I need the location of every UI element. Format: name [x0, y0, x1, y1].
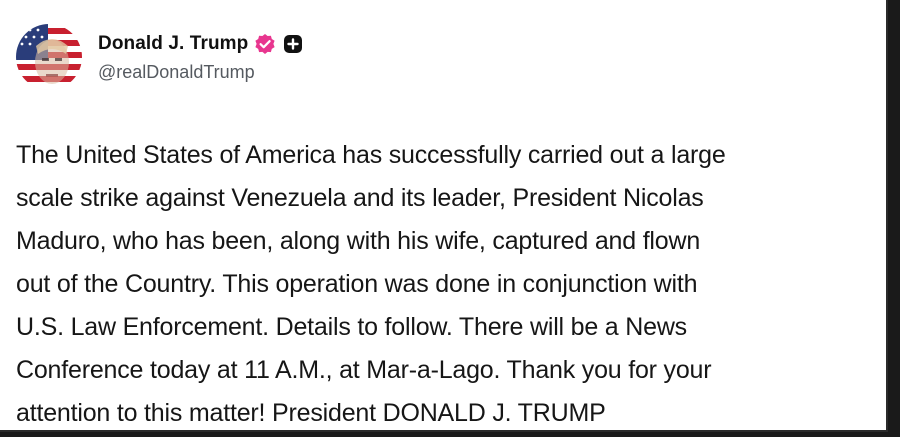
post-header: Donald J. Trump @realDonaldTrump: [16, 24, 303, 90]
author-avatar[interactable]: [16, 24, 82, 90]
author-handle[interactable]: @realDonaldTrump: [98, 62, 303, 83]
author-identity: Donald J. Trump @realDonaldTrump: [98, 32, 303, 83]
author-display-name[interactable]: Donald J. Trump: [98, 33, 248, 55]
post-card: Donald J. Trump @realDonaldTrump The Uni…: [0, 0, 888, 432]
post-body-text: The United States of America has success…: [16, 141, 726, 427]
plus-square-icon[interactable]: [283, 34, 303, 54]
name-row: Donald J. Trump: [98, 32, 303, 56]
flag-portrait-icon: [16, 24, 82, 90]
verified-badge-icon: [254, 33, 276, 55]
